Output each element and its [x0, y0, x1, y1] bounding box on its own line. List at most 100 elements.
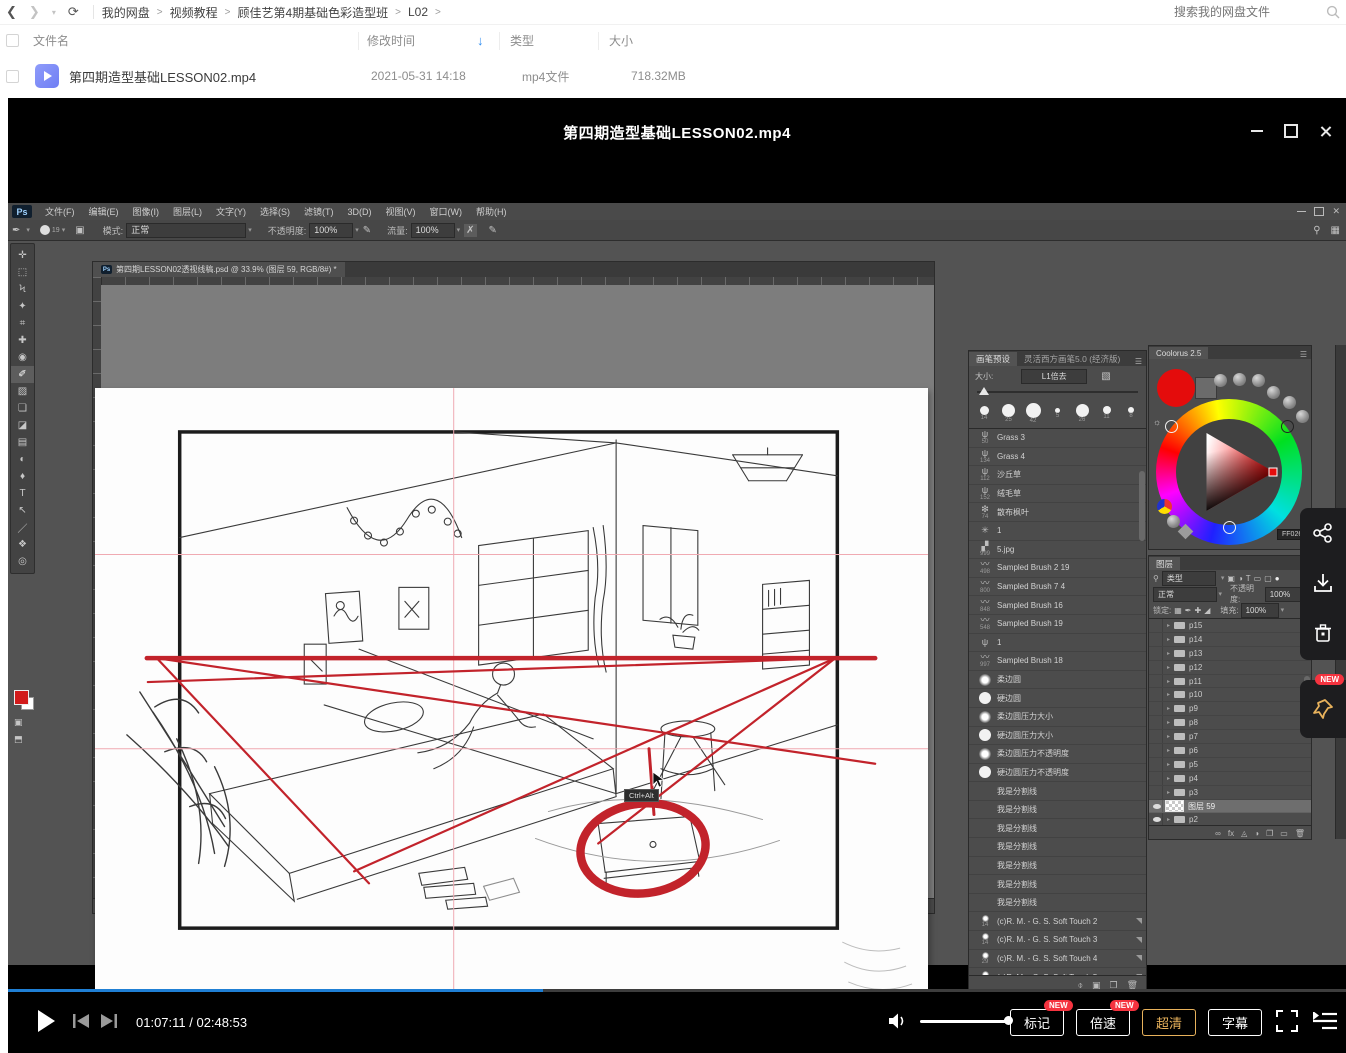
ps-tool-9[interactable]: ❏ — [11, 400, 34, 417]
brush-size-preset[interactable]: 5 — [1047, 408, 1069, 419]
ps-tool-13[interactable]: ♦ — [11, 468, 34, 485]
brush-list-item[interactable]: 29(c)R. M. - G. S. Soft Touch 4 — [969, 950, 1146, 969]
ps-maximize-icon[interactable] — [1314, 207, 1324, 216]
ps-tool-12[interactable]: ◐ — [11, 451, 34, 468]
play-button[interactable] — [36, 1009, 56, 1033]
ps-menu-item[interactable]: 滤镜(T) — [304, 205, 334, 218]
ps-search-icon[interactable]: ⚲ — [1313, 225, 1320, 236]
brush-list-item[interactable]: 14(c)R. M. - G. S. Soft Touch 2 — [969, 912, 1146, 931]
brush-scrollbar[interactable] — [1139, 471, 1145, 541]
brush-list-item[interactable]: 我是分割线 — [969, 875, 1146, 894]
layer-mask-icon[interactable]: ◬ — [1241, 829, 1247, 838]
brush-size-slider[interactable] — [977, 391, 1138, 393]
search-icon[interactable] — [1326, 5, 1340, 19]
delete-layer-icon[interactable]: 🗑 — [1295, 829, 1305, 838]
filter-pixel-icon[interactable]: ▣ — [1227, 574, 1235, 583]
layer-row[interactable]: ▸p7 — [1149, 730, 1311, 744]
previous-button[interactable] — [72, 1013, 90, 1029]
layer-row[interactable]: ▸p5 — [1149, 758, 1311, 772]
color-sphere-icon[interactable] — [1267, 386, 1280, 399]
expand-arrow-icon[interactable]: ▸ — [1167, 789, 1170, 796]
filter-shape-icon[interactable]: ▭ — [1254, 574, 1262, 583]
brush-list-item[interactable]: 柔边圆压力大小 — [969, 708, 1146, 727]
playlist-button[interactable] — [1313, 1012, 1337, 1030]
ps-menu-item[interactable]: 视图(V) — [386, 205, 416, 218]
brush-list-item[interactable]: 我是分割线 — [969, 801, 1146, 820]
brush-size-preset[interactable]: 42 — [1022, 403, 1044, 424]
brush-list-item[interactable]: 65(c)R. M. - G. S. Soft Touch 5 — [969, 968, 1146, 975]
lock-transparent-icon[interactable]: ▦ — [1174, 606, 1182, 615]
brush-size-preset[interactable]: 11 — [1096, 406, 1118, 420]
ps-menu-item[interactable]: 帮助(H) — [476, 205, 507, 218]
hue-handle-icon[interactable] — [1223, 521, 1236, 534]
visibility-toggle[interactable] — [1149, 730, 1163, 743]
visibility-toggle[interactable] — [1149, 647, 1163, 660]
brush-list-item[interactable]: 14(c)R. M. - G. S. Soft Touch 3 — [969, 931, 1146, 950]
brush-list-item[interactable]: ψ112沙丘草 — [969, 466, 1146, 485]
ps-tool-16[interactable]: ／ — [11, 519, 34, 536]
visibility-toggle[interactable] — [1149, 772, 1163, 785]
panel-menu-icon[interactable]: ☰ — [1135, 357, 1142, 366]
sphere-mode-icon[interactable] — [1167, 515, 1180, 528]
layer-row[interactable]: ▸p8 — [1149, 716, 1311, 730]
color-sphere-icon[interactable] — [1214, 374, 1227, 387]
brush-texture-toggle-icon[interactable]: ▧ — [1101, 371, 1110, 382]
close-icon[interactable] — [1308, 118, 1342, 144]
expand-arrow-icon[interactable]: ▸ — [1167, 705, 1170, 712]
ps-tool-10[interactable]: ◪ — [11, 417, 34, 434]
visibility-toggle[interactable] — [1149, 688, 1163, 701]
ps-menu-item[interactable]: 图像(I) — [133, 205, 160, 218]
brush-list-item[interactable]: 我是分割线 — [969, 819, 1146, 838]
flow-field[interactable]: 100% — [411, 223, 455, 238]
visibility-toggle[interactable] — [1149, 633, 1163, 646]
brush-size-button[interactable]: L1倍去 — [1021, 369, 1087, 384]
expand-arrow-icon[interactable]: ▸ — [1167, 636, 1170, 643]
row-checkbox[interactable] — [6, 70, 19, 83]
breadcrumb-item[interactable]: 顾佳艺第4期基础色彩造型班 — [237, 4, 388, 21]
coolorus-title[interactable]: Coolorus 2.5 — [1149, 347, 1208, 359]
ps-tool-3[interactable]: ✦ — [11, 298, 34, 315]
quality-button[interactable]: 超清 — [1142, 1009, 1196, 1036]
filter-smartobject-icon[interactable]: ▢ — [1264, 574, 1272, 583]
pressure-size-icon[interactable]: ✎ — [489, 225, 497, 236]
brush-list-item[interactable]: 柔边圆 — [969, 671, 1146, 690]
brush-list-item[interactable]: ψ50Grass 3 — [969, 429, 1146, 448]
airbrush-icon[interactable]: ✗ — [464, 224, 476, 237]
expand-arrow-icon[interactable]: ▸ — [1167, 761, 1170, 768]
layer-row[interactable]: ▸p2 — [1149, 813, 1311, 825]
subtitle-button[interactable]: 字幕 — [1208, 1009, 1262, 1036]
ps-tool-11[interactable]: ▤ — [11, 434, 34, 451]
layer-row[interactable]: ▸p4 — [1149, 772, 1311, 786]
volume-icon[interactable] — [888, 1012, 908, 1030]
link-layers-icon[interactable]: ∞ — [1215, 829, 1221, 838]
brush-size-preset[interactable]: 26 — [1071, 404, 1093, 423]
opacity-field[interactable]: 100% — [309, 223, 353, 238]
expand-arrow-icon[interactable]: ▸ — [1167, 664, 1170, 671]
filter-search-icon[interactable]: ⚲ — [1153, 574, 1159, 583]
ps-tool-2[interactable]: Ϟ — [11, 281, 34, 298]
document-tab[interactable]: Ps 第四期LESSON02透视线稿.psd @ 33.9% (图层 59, R… — [93, 262, 345, 277]
color-sphere-icon[interactable] — [1283, 396, 1296, 409]
share-button[interactable] — [1300, 508, 1346, 558]
pressure-opacity-icon[interactable]: ✎ — [363, 225, 371, 236]
layer-row[interactable]: ▸p10 — [1149, 688, 1311, 702]
visibility-toggle[interactable] — [1149, 702, 1163, 715]
filter-adjustment-icon[interactable]: ◑ — [1238, 574, 1243, 583]
visibility-toggle[interactable] — [1149, 661, 1163, 674]
new-layer-icon[interactable]: ▭ — [1280, 829, 1288, 838]
volume-slider[interactable] — [920, 1020, 1008, 1023]
ps-minimize-icon[interactable] — [1297, 211, 1306, 213]
lock-position-icon[interactable]: ✚ — [1195, 606, 1202, 615]
color-wheel-mode-icon[interactable] — [1157, 499, 1172, 514]
brush-size-preset[interactable]: 8 — [1120, 407, 1142, 419]
ps-tool-17[interactable]: ❖ — [11, 536, 34, 553]
layer-group-icon[interactable]: ❐ — [1266, 829, 1273, 838]
layer-row[interactable]: ▸p12 — [1149, 661, 1311, 675]
brush-tool-icon[interactable]: ✒ — [12, 225, 20, 236]
ps-tool-6[interactable]: ◉ — [11, 349, 34, 366]
slider-marker-icon[interactable] — [979, 387, 989, 395]
brush-list-item[interactable]: 〰548Sampled Brush 19 — [969, 615, 1146, 634]
brush-list-item[interactable]: 硬边圆 — [969, 689, 1146, 708]
foreground-color-swatch[interactable] — [14, 690, 29, 705]
fill-field[interactable]: 100% — [1241, 603, 1279, 618]
